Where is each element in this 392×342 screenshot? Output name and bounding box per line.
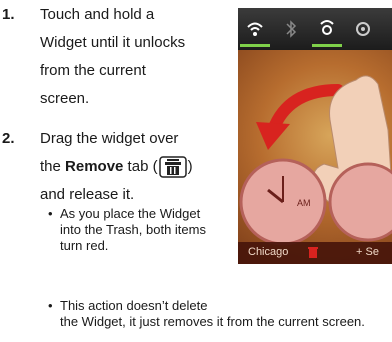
clock-widget-icon bbox=[239, 158, 392, 246]
remove-tab-label: Remove bbox=[65, 157, 124, 175]
bottom-bar: Chicago + Se bbox=[238, 242, 392, 264]
phone-screenshot: AM Chicago + Se bbox=[238, 8, 392, 264]
trash-icon bbox=[308, 246, 318, 261]
step-text: Drag the widget over bbox=[40, 130, 179, 147]
bullet-text: into the Trash, both items bbox=[60, 222, 206, 237]
step-text: Touch and hold a bbox=[40, 6, 155, 23]
step-text: and release it. bbox=[40, 186, 135, 203]
step-text: ) bbox=[187, 157, 193, 175]
step-number: 2. bbox=[2, 130, 15, 147]
step-text: screen. bbox=[40, 90, 90, 107]
bluetooth-icon bbox=[276, 14, 306, 44]
bullet-dot: • bbox=[48, 206, 53, 221]
step-number: 1. bbox=[2, 6, 15, 23]
sync-icon bbox=[348, 14, 378, 44]
wifi-icon bbox=[240, 14, 270, 47]
status-bar bbox=[238, 8, 392, 50]
gps-icon bbox=[312, 14, 342, 47]
bullet-dot: • bbox=[48, 298, 53, 313]
bullet-text: turn red. bbox=[60, 238, 109, 253]
settings-label: + Se bbox=[356, 246, 379, 258]
step-text: the bbox=[40, 157, 66, 175]
bullet-text: As you place the Widget bbox=[60, 206, 201, 221]
step-text: tab ( bbox=[123, 157, 158, 175]
clock-am-label: AM bbox=[297, 198, 311, 208]
bullet-text: the Widget, it just removes it from the … bbox=[60, 314, 365, 329]
step-text: from the current bbox=[40, 62, 146, 79]
home-screen-wallpaper: AM Chicago + Se bbox=[238, 50, 392, 264]
bullet-text: This action doesn’t delete bbox=[60, 298, 208, 313]
city-label: Chicago bbox=[248, 246, 289, 258]
trash-icon bbox=[158, 156, 187, 178]
step-text-remove: the Remove tab () bbox=[40, 156, 193, 178]
step-text: Widget until it unlocks bbox=[40, 34, 186, 51]
